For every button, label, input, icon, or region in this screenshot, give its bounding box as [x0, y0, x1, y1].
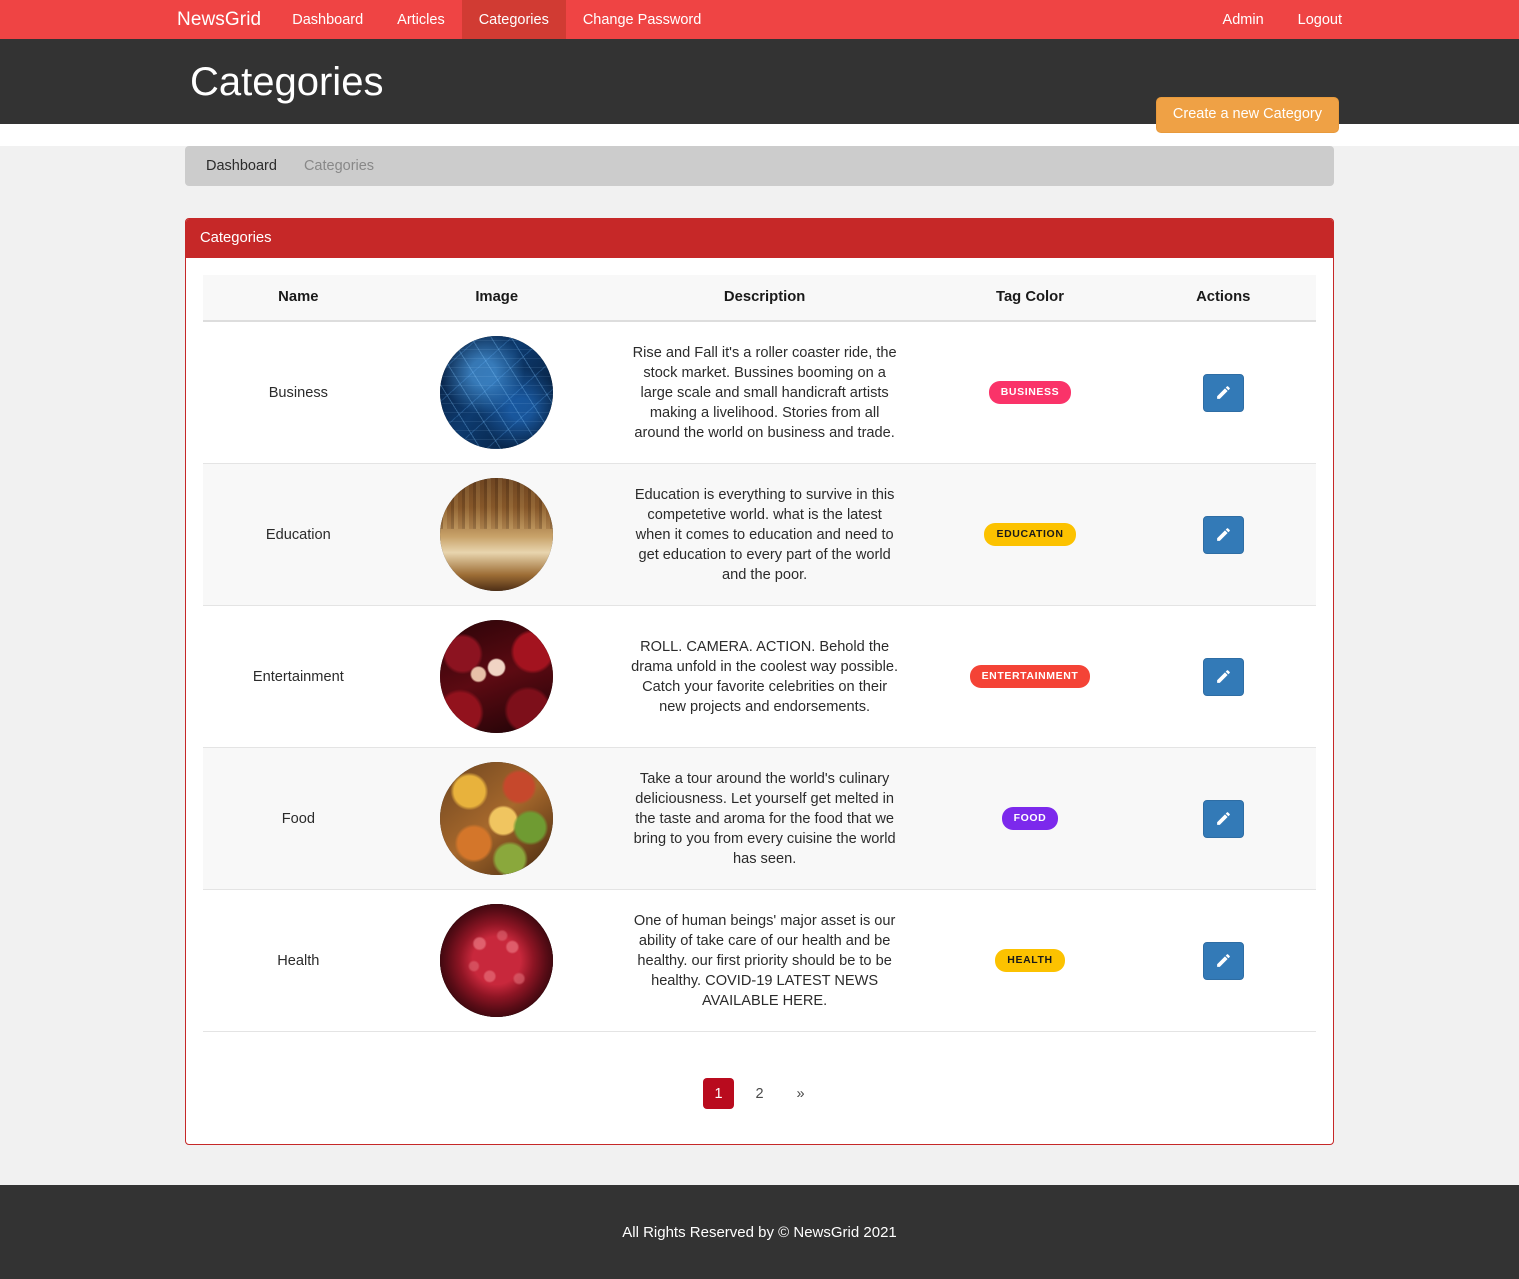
cell-name: Entertainment [252, 668, 344, 685]
cell-image [394, 606, 600, 748]
column-header-name: Name [203, 275, 394, 322]
pencil-icon [1216, 812, 1230, 825]
table-row: Food Take a tour around the world's culi… [203, 747, 1316, 890]
navbar-left-group: NewsGrid Dashboard Articles Categories C… [177, 0, 718, 39]
category-thumbnail-business [440, 336, 554, 449]
description-text: Education is everything to survive in th… [634, 486, 895, 583]
thumbnail-artwork [440, 620, 554, 733]
pencil-icon [1216, 386, 1230, 399]
cell-tag-color: BUSINESS [930, 321, 1131, 464]
cell-description: Education is everything to survive in th… [600, 464, 930, 606]
cell-name: Health [277, 952, 320, 969]
categories-panel: Categories Name Image Description Tag Co… [185, 218, 1334, 1145]
cell-image [394, 321, 600, 464]
table-row: Education Education is everything to sur… [203, 463, 1316, 606]
table-row: Business Rise and Fall it's a roller coa… [203, 321, 1316, 464]
create-new-category-button[interactable]: Create a new Category [1155, 97, 1339, 133]
edit-button[interactable] [1202, 373, 1244, 412]
table-header-row: Name Image Description Tag Color Actions [203, 275, 1316, 322]
description-text: Rise and Fall it's a roller coaster ride… [632, 344, 897, 441]
status-badge: ENTERTAINMENT [969, 665, 1091, 688]
categories-table: Name Image Description Tag Color Actions… [203, 275, 1316, 1032]
table-head: Name Image Description Tag Color Actions [203, 275, 1316, 322]
cell-tag-color: FOOD [930, 748, 1131, 890]
status-badge: HEALTH [995, 949, 1065, 972]
category-thumbnail-entertainment [440, 620, 554, 733]
cell-description: ROLL. CAMERA. ACTION. Behold the drama u… [600, 606, 930, 748]
pagination-next-icon[interactable]: » [785, 1078, 816, 1109]
main-navbar: NewsGrid Dashboard Articles Categories C… [0, 0, 1519, 39]
description-text: Take a tour around the world's culinary … [633, 770, 896, 867]
column-header-image: Image [393, 275, 600, 322]
navbar-right-group: Admin Logout [1206, 0, 1359, 39]
pagination-page-1[interactable]: 1 [703, 1078, 734, 1109]
column-header-actions: Actions [1130, 275, 1316, 322]
status-badge: FOOD [1001, 807, 1059, 830]
table-row: Entertainment ROLL. CAMERA. ACTION. Beho… [203, 606, 1316, 748]
breadcrumb-item-dashboard[interactable]: Dashboard [206, 158, 277, 174]
nav-item-dashboard[interactable]: Dashboard [275, 0, 380, 39]
pencil-icon [1216, 954, 1230, 967]
nav-item-categories[interactable]: Categories [461, 0, 566, 39]
category-thumbnail-health [440, 904, 554, 1017]
thumbnail-artwork [440, 904, 554, 1017]
cell-image [394, 464, 600, 606]
page-body: Dashboard Categories Categories Name Ima… [0, 146, 1519, 1185]
footer-copyright-text: All Rights Reserved by © NewsGrid 2021 [622, 1224, 897, 1241]
cell-description: Rise and Fall it's a roller coaster ride… [600, 321, 930, 464]
status-badge: EDUCATION [984, 523, 1076, 546]
cell-actions [1130, 748, 1316, 890]
panel-heading: Categories [186, 219, 1333, 258]
table-row: Health One of human beings' major asset … [203, 890, 1316, 1032]
breadcrumb-item-categories: Categories [303, 158, 375, 174]
column-header-description: Description [599, 275, 930, 322]
nav-item-admin[interactable]: Admin [1206, 0, 1281, 39]
cell-name: Business [268, 384, 328, 401]
nav-item-change-password[interactable]: Change Password [566, 0, 719, 39]
cell-tag-color: HEALTH [930, 890, 1131, 1032]
cell-tag-color: ENTERTAINMENT [930, 606, 1131, 748]
cell-description: Take a tour around the world's culinary … [600, 748, 930, 890]
cell-actions [1130, 606, 1316, 748]
description-text: ROLL. CAMERA. ACTION. Behold the drama u… [631, 638, 899, 715]
edit-button[interactable] [1202, 657, 1244, 696]
pagination-page-2[interactable]: 2 [744, 1078, 775, 1109]
cell-actions [1130, 321, 1316, 464]
edit-button[interactable] [1202, 799, 1244, 838]
category-thumbnail-education [440, 478, 554, 591]
pencil-icon [1216, 528, 1230, 541]
cell-actions [1130, 890, 1316, 1032]
cell-image [394, 748, 600, 890]
nav-item-logout[interactable]: Logout [1281, 0, 1359, 39]
breadcrumb: Dashboard Categories [185, 146, 1334, 186]
page-header: Categories Create a new Category [0, 39, 1519, 133]
content-container: Dashboard Categories Categories Name Ima… [185, 146, 1334, 1145]
description-text: One of human beings' major asset is our … [633, 912, 896, 1009]
cell-name: Education [265, 526, 331, 543]
category-thumbnail-food [440, 762, 554, 875]
cell-description: One of human beings' major asset is our … [600, 890, 930, 1032]
page-footer: All Rights Reserved by © NewsGrid 2021 [0, 1185, 1519, 1279]
column-header-tag-color: Tag Color [929, 275, 1131, 322]
pagination: 1 2 » [203, 1032, 1316, 1127]
nav-item-articles[interactable]: Articles [380, 0, 462, 39]
panel-body: Name Image Description Tag Color Actions… [186, 258, 1333, 1144]
thumbnail-artwork [440, 478, 554, 591]
thumbnail-artwork [440, 762, 554, 875]
edit-button[interactable] [1202, 515, 1244, 554]
cell-image [394, 890, 600, 1032]
cell-tag-color: EDUCATION [930, 464, 1131, 606]
cell-actions [1130, 464, 1316, 606]
page-title: Categories [190, 59, 384, 104]
status-badge: BUSINESS [988, 381, 1072, 404]
pencil-icon [1216, 670, 1230, 683]
brand-logo[interactable]: NewsGrid [177, 0, 275, 39]
table-body: Business Rise and Fall it's a roller coa… [203, 321, 1316, 1032]
edit-button[interactable] [1202, 941, 1244, 980]
cell-name: Food [281, 810, 315, 827]
thumbnail-artwork [440, 336, 554, 449]
